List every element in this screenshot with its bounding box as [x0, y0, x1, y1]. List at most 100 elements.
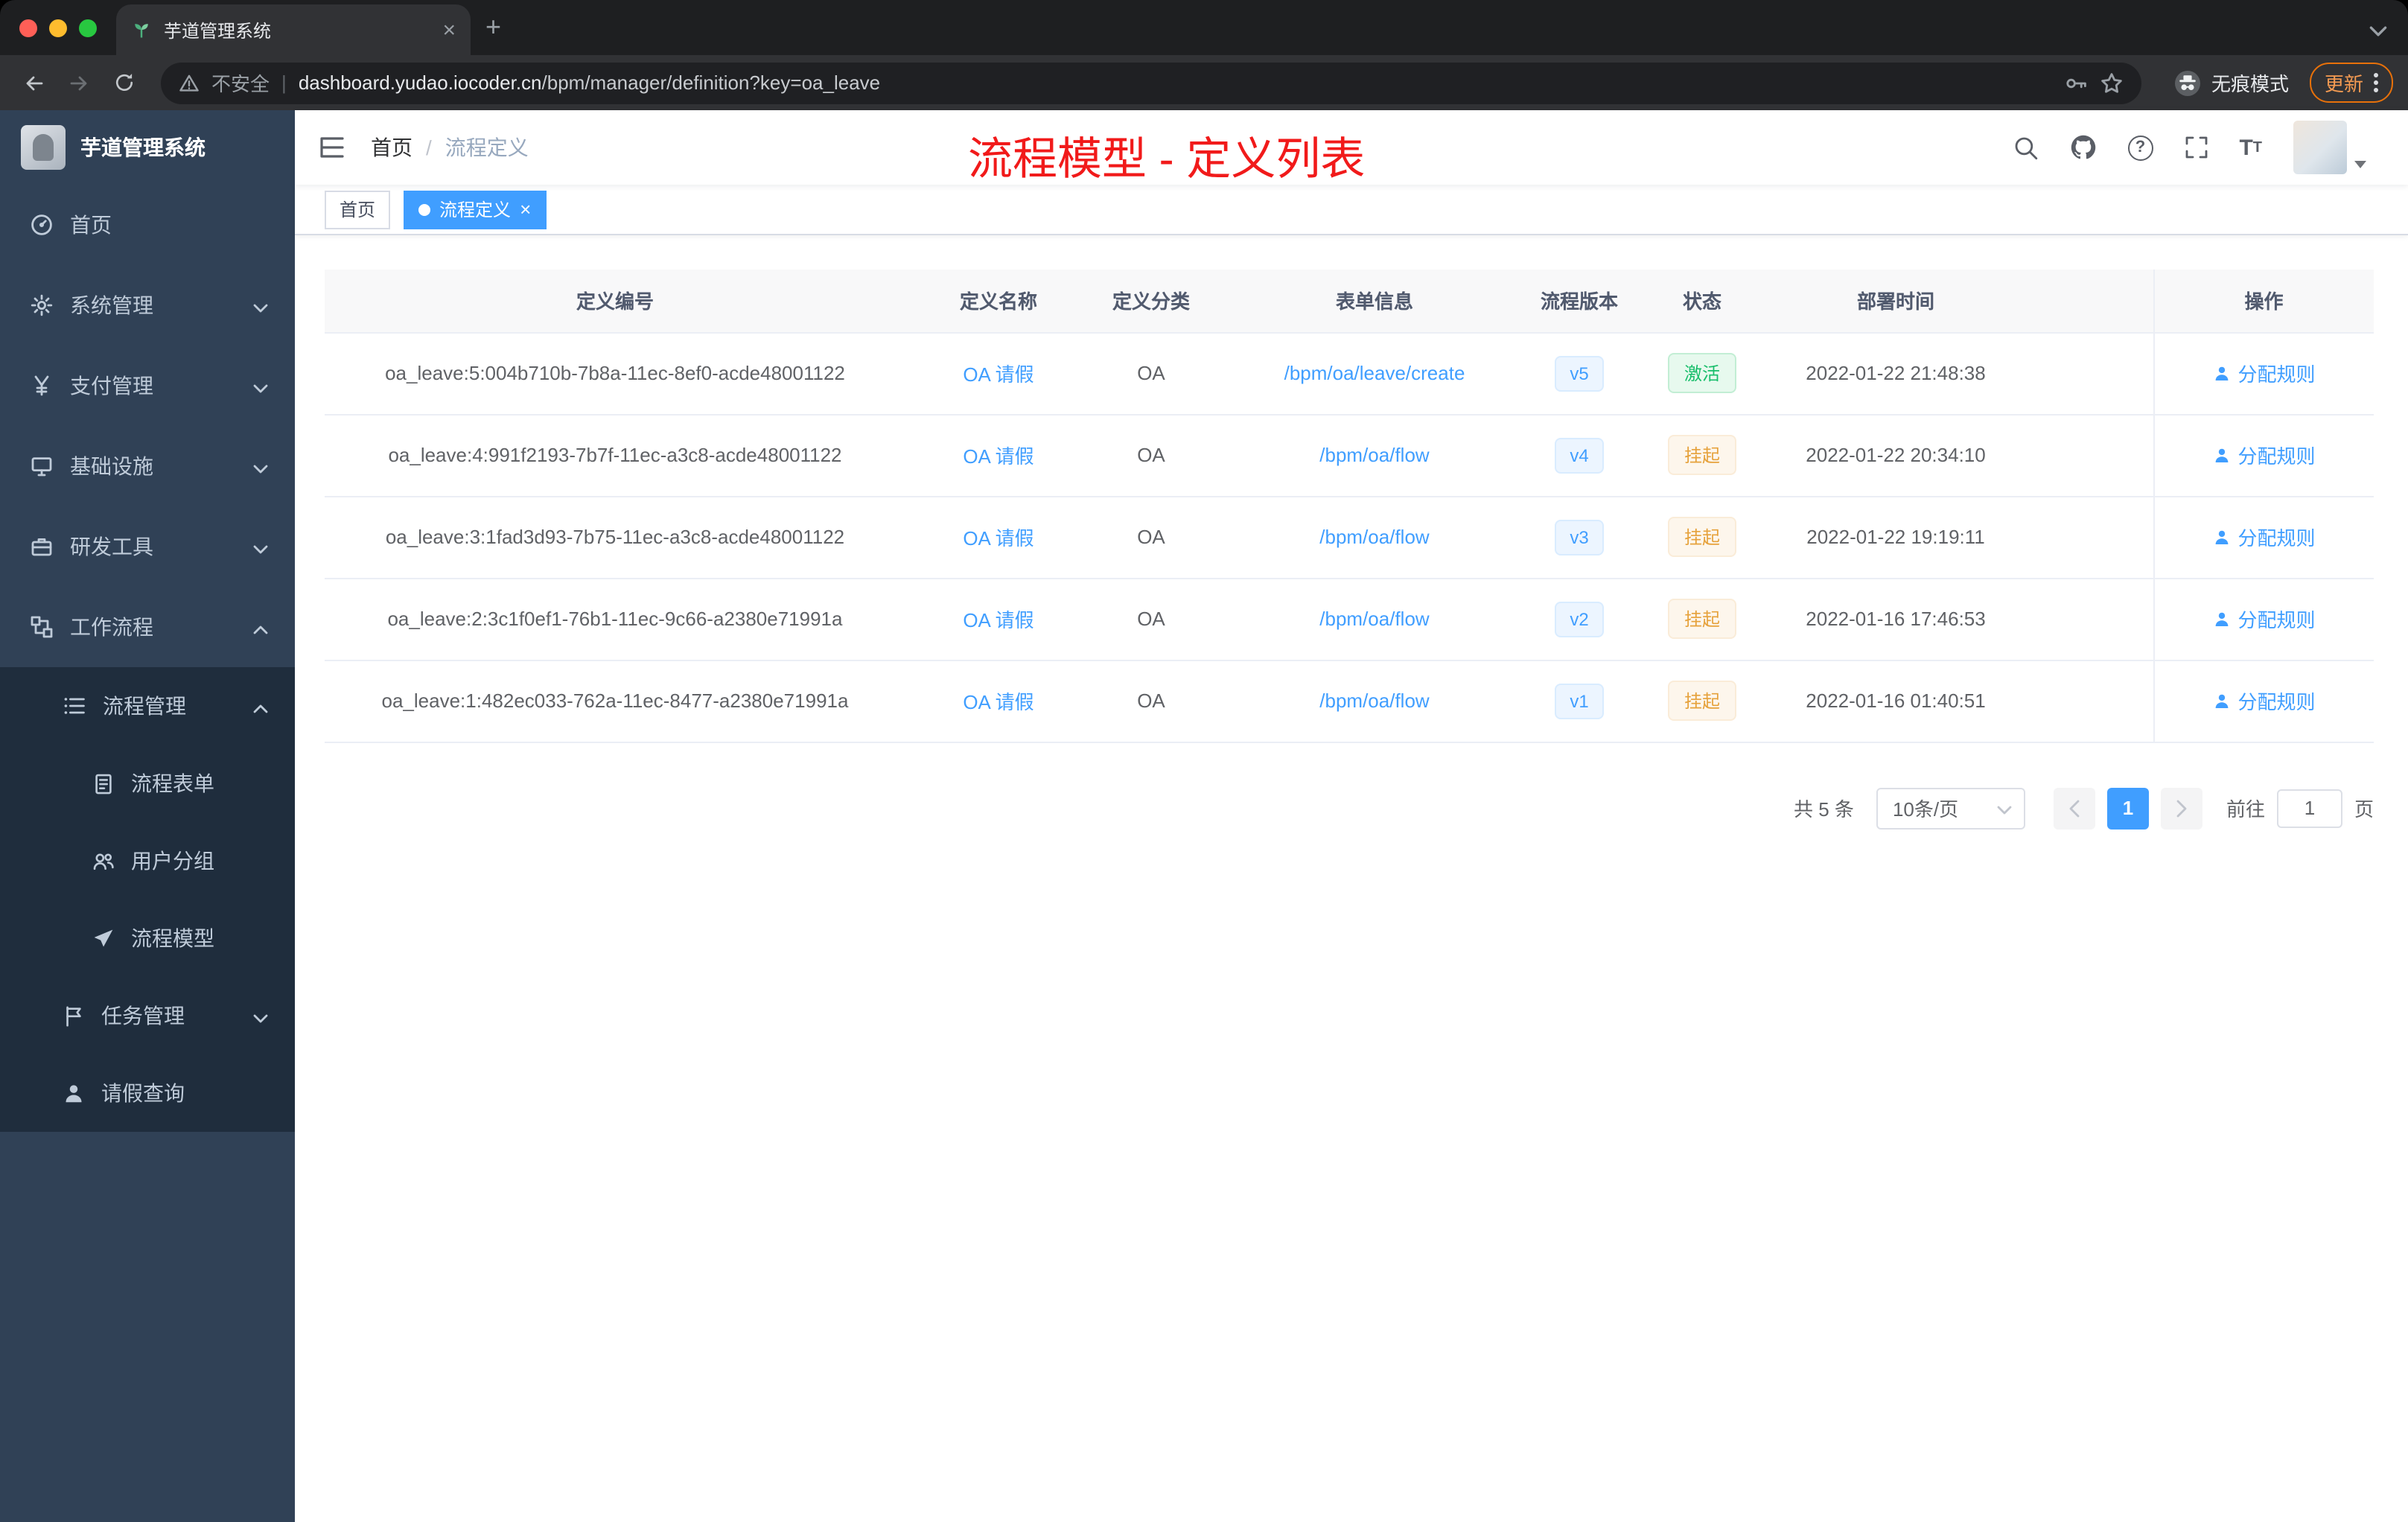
sidebar-item-home[interactable]: 首页: [0, 185, 295, 265]
definition-table: 定义编号 定义名称 定义分类 表单信息 流程版本 状态 部署时间 操作 oa_l…: [325, 270, 2374, 742]
assign-rule-label: 分配规则: [2237, 691, 2316, 713]
user-menu[interactable]: [2293, 121, 2366, 174]
monitor-icon: [31, 457, 52, 477]
version-badge: v2: [1555, 601, 1604, 637]
person-icon: [2215, 611, 2228, 625]
url-domain: dashboard.yudao.iocoder.cn: [298, 71, 542, 94]
users-icon: [93, 853, 114, 870]
sidebar-item-payment[interactable]: 支付管理: [0, 346, 295, 426]
forward-icon[interactable]: [60, 63, 98, 102]
app-logo[interactable]: 芋道管理系统: [0, 110, 295, 185]
sidebar-item-system[interactable]: 系统管理: [0, 265, 295, 346]
pagination-total: 共 5 条: [1794, 798, 1854, 821]
minimize-window-button[interactable]: [49, 19, 67, 36]
new-tab-button[interactable]: +: [485, 13, 501, 40]
table-header-row: 定义编号 定义名称 定义分类 表单信息 流程版本 状态 部署时间 操作: [325, 270, 2374, 333]
sidebar-item-user-group[interactable]: 用户分组: [0, 822, 295, 899]
definition-name-link[interactable]: OA 请假: [963, 363, 1033, 386]
assign-rule-link[interactable]: 分配规则: [2212, 441, 2316, 469]
assign-rule-link[interactable]: 分配规则: [2212, 523, 2316, 551]
deploy-time: 2022-01-22 20:34:10: [1784, 414, 2007, 497]
col-actions: 操作: [2153, 270, 2374, 333]
search-icon[interactable]: [2013, 135, 2038, 160]
col-process-version: 流程版本: [1538, 270, 1620, 333]
col-form-info: 表单信息: [1211, 270, 1538, 333]
reload-icon[interactable]: [104, 63, 143, 102]
sidebar-item-task-mgmt[interactable]: 任务管理: [0, 977, 295, 1054]
pagination: 共 5 条 10条/页 1 前往 页: [325, 787, 2374, 829]
definition-name-link[interactable]: OA 请假: [963, 691, 1033, 713]
next-page-button[interactable]: [2160, 787, 2202, 829]
assign-rule-link[interactable]: 分配规则: [2212, 687, 2316, 715]
sidebar-item-label: 系统管理: [70, 293, 153, 317]
password-key-icon[interactable]: [2064, 71, 2088, 95]
back-icon[interactable]: [15, 63, 54, 102]
tag-process-definition[interactable]: 流程定义 ×: [404, 190, 547, 229]
sidebar-item-leave-query[interactable]: 请假查询: [0, 1054, 295, 1132]
col-deploy-time: 部署时间: [1784, 270, 2007, 333]
help-icon[interactable]: ?: [2127, 135, 2153, 160]
browser-tab[interactable]: 芋道管理系统 ×: [116, 4, 471, 55]
tab-overflow-chevron-icon[interactable]: [2369, 18, 2387, 45]
spacer-cell: [2007, 578, 2153, 660]
definition-name-link[interactable]: OA 请假: [963, 445, 1033, 468]
github-icon[interactable]: [2069, 134, 2096, 161]
definition-id: oa_leave:4:991f2193-7b7f-11ec-a3c8-acde4…: [325, 414, 905, 497]
sidebar: 芋道管理系统 首页 系统管理 支付管理 基础设施 研发工具 工作流程 流程管理 …: [0, 110, 295, 1522]
page-number-button[interactable]: 1: [2106, 787, 2149, 829]
chrome-update-button[interactable]: 更新: [2309, 63, 2393, 103]
workflow-submenu: 流程管理 流程表单 用户分组 流程模型 任务管理 请假查询: [0, 667, 295, 1132]
definition-id: oa_leave:1:482ec033-762a-11ec-8477-a2380…: [325, 660, 905, 742]
prev-page-button[interactable]: [2053, 787, 2095, 829]
tab-close-icon[interactable]: ×: [442, 19, 456, 41]
sidebar-item-infra[interactable]: 基础设施: [0, 426, 295, 506]
spacer-cell: [2007, 414, 2153, 497]
address-bar[interactable]: 不安全 | dashboard.yudao.iocoder.cn/bpm/man…: [161, 62, 2141, 104]
zoom-window-button[interactable]: [79, 19, 97, 36]
spacer-cell: [2007, 270, 2153, 333]
sidebar-item-process-form[interactable]: 流程表单: [0, 745, 295, 822]
goto-page-input[interactable]: [2276, 789, 2342, 827]
sidebar-item-process-mgmt[interactable]: 流程管理: [0, 667, 295, 745]
sidebar-item-devtools[interactable]: 研发工具: [0, 506, 295, 587]
goto-label: 前往: [2226, 798, 2265, 821]
tag-home[interactable]: 首页: [325, 190, 391, 229]
sidebar-item-label: 工作流程: [70, 615, 153, 639]
tag-close-icon[interactable]: ×: [520, 200, 531, 219]
breadcrumb-home[interactable]: 首页: [371, 133, 413, 162]
form-info-link[interactable]: /bpm/oa/leave/create: [1284, 362, 1465, 384]
assign-rule-link[interactable]: 分配规则: [2212, 605, 2316, 633]
definition-id: oa_leave:5:004b710b-7b8a-11ec-8ef0-acde4…: [325, 332, 905, 415]
form-info-link[interactable]: /bpm/oa/flow: [1319, 608, 1429, 630]
top-navbar: 首页 / 流程定义 流程模型 - 定义列表 ? TT: [295, 110, 2408, 185]
table-row: oa_leave:1:482ec033-762a-11ec-8477-a2380…: [325, 660, 2374, 742]
fullscreen-icon[interactable]: [2184, 136, 2208, 159]
omnibox-separator: |: [281, 71, 287, 94]
page-size-select[interactable]: 10条/页: [1876, 787, 2025, 829]
url-path: /bpm/manager/definition?key=oa_leave: [541, 71, 881, 94]
form-info-link[interactable]: /bpm/oa/flow: [1319, 690, 1429, 712]
close-window-button[interactable]: [19, 19, 37, 36]
security-label: 不安全: [211, 73, 270, 95]
breadcrumb-separator: /: [426, 136, 432, 159]
sidebar-item-process-model[interactable]: 流程模型: [0, 899, 295, 977]
browser-menu-icon[interactable]: [2374, 73, 2378, 92]
deploy-time: 2022-01-22 19:19:11: [1784, 496, 2007, 579]
list-icon: [64, 698, 85, 714]
dashboard-icon: [31, 214, 52, 235]
definition-name-link[interactable]: OA 请假: [963, 527, 1033, 550]
font-size-icon[interactable]: TT: [2239, 135, 2262, 160]
workflow-icon: [31, 616, 53, 638]
tags-view: 首页 流程定义 ×: [295, 185, 2408, 235]
form-info-link[interactable]: /bpm/oa/flow: [1319, 444, 1429, 466]
sidebar-toggle-icon[interactable]: [317, 133, 347, 162]
tab-favicon: [135, 24, 148, 38]
bookmark-star-icon[interactable]: [2100, 71, 2124, 95]
form-icon: [95, 773, 112, 794]
definition-name-link[interactable]: OA 请假: [963, 609, 1033, 631]
chevron-down-icon: [253, 293, 268, 317]
form-info-link[interactable]: /bpm/oa/flow: [1319, 526, 1429, 548]
assign-rule-link[interactable]: 分配规则: [2212, 359, 2316, 387]
sidebar-item-workflow[interactable]: 工作流程: [0, 587, 295, 667]
tag-label: 流程定义: [439, 200, 512, 220]
